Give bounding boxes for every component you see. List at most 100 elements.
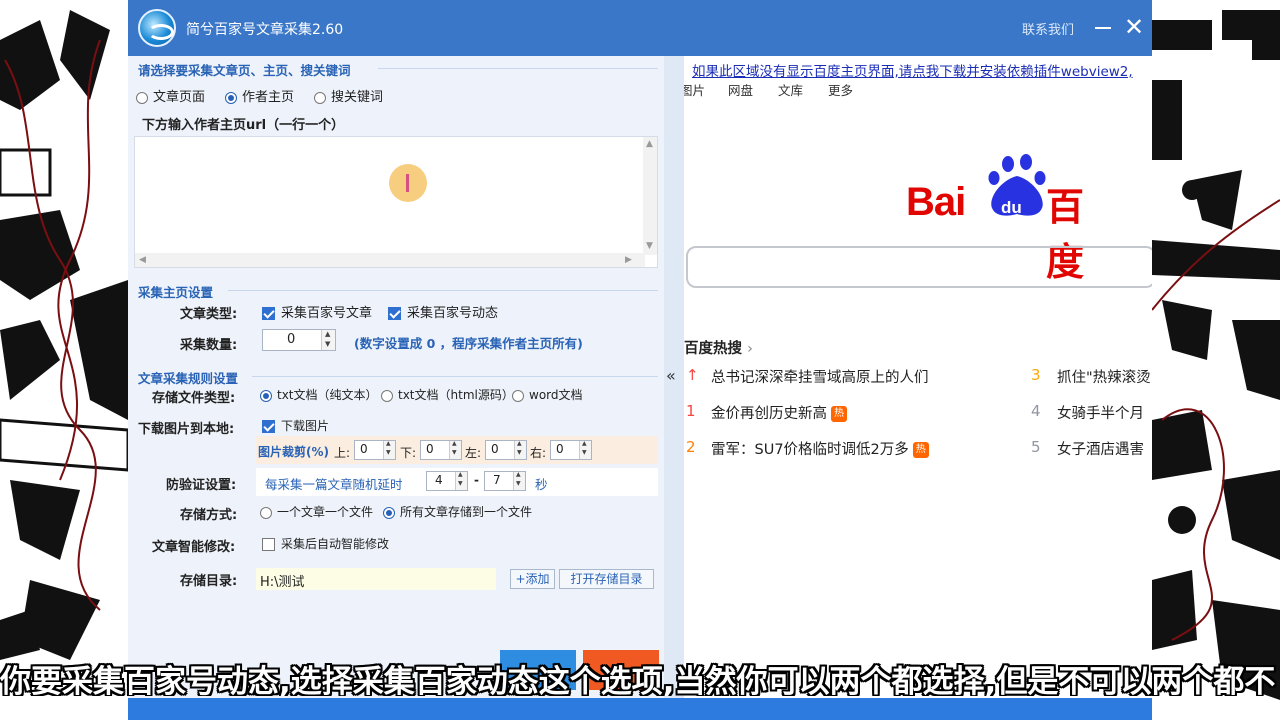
- hot-item-text: 雷军：SU7价格临时调低2万多: [711, 442, 909, 458]
- checkbox-icon: [262, 538, 275, 551]
- close-button[interactable]: ✕: [1123, 14, 1145, 40]
- add-dir-button[interactable]: +添加: [510, 569, 555, 589]
- stepper-arrows-icon[interactable]: [383, 440, 395, 459]
- mode-option-author-home[interactable]: 作者主页: [225, 86, 294, 105]
- stepper-arrows-icon[interactable]: [513, 471, 525, 490]
- nav-images[interactable]: 图片: [684, 80, 705, 99]
- open-dir-button[interactable]: 打开存储目录: [559, 569, 654, 589]
- delay-max-stepper[interactable]: 7: [484, 471, 526, 491]
- baidu-logo-latin: Bai: [906, 180, 966, 224]
- title-bar: 简兮百家号文章采集2.60 联系我们 ✕: [128, 0, 1152, 56]
- scroll-down-icon[interactable]: ▼: [646, 241, 653, 251]
- smart-edit-checkbox[interactable]: 采集后自动智能修改: [262, 535, 389, 552]
- radio-icon: [314, 91, 326, 104]
- stepper-arrows-icon[interactable]: [455, 471, 467, 490]
- checkbox-baijiahao-article[interactable]: 采集百家号文章: [262, 302, 372, 321]
- scroll-left-icon[interactable]: ◀: [139, 255, 146, 265]
- delay-min-stepper[interactable]: 4: [426, 471, 468, 491]
- checkbox-baijiahao-dynamic[interactable]: 采集百家号动态: [388, 302, 498, 321]
- baidu-search-input[interactable]: [686, 246, 1152, 288]
- collapse-icon[interactable]: «: [666, 366, 676, 385]
- author-url-input[interactable]: ▲ ▼ ◀ ▶: [134, 136, 658, 268]
- baidu-logo-du: du: [1001, 198, 1022, 217]
- text-cursor-icon: [389, 164, 427, 202]
- app-title: 简兮百家号文章采集2.60: [186, 22, 344, 38]
- file-type-word[interactable]: word文档: [512, 386, 583, 403]
- crop-left-value: 0: [491, 442, 499, 456]
- hot-item[interactable]: 总书记深深牵挂雪域高原上的人们: [711, 366, 929, 387]
- count-stepper[interactable]: 0: [262, 329, 336, 351]
- mode-option-article-page[interactable]: 文章页面: [136, 86, 205, 105]
- storage-one-per-file[interactable]: 一个文章一个文件: [260, 503, 373, 520]
- crop-label: 图片裁剪(%): [258, 445, 329, 459]
- hot-item[interactable]: 雷军：SU7价格临时调低2万多热: [711, 438, 929, 459]
- crop-left-stepper[interactable]: 0: [485, 440, 527, 460]
- app-logo-icon: [138, 9, 176, 47]
- crop-top-value: 0: [360, 442, 368, 456]
- hot-rank: 4: [1031, 402, 1041, 420]
- crop-bottom-stepper[interactable]: 0: [420, 440, 462, 460]
- radio-icon: [512, 389, 524, 402]
- article-type-label: 文章类型:: [180, 307, 238, 322]
- file-type-option-label: txt文档（纯文本）: [277, 388, 378, 402]
- hot-rank: 2: [686, 438, 696, 456]
- chevron-right-icon: ›: [747, 341, 753, 357]
- file-type-txt-html[interactable]: txt文档（html源码）: [381, 386, 514, 403]
- storage-option-label: 所有文章存储到一个文件: [400, 505, 533, 519]
- rules-section-title: 文章采集规则设置: [138, 371, 239, 386]
- crop-bottom-value: 0: [426, 442, 434, 456]
- minimize-button[interactable]: [1093, 14, 1113, 40]
- hot-item[interactable]: 抓住"热辣滚烫: [1057, 366, 1151, 387]
- stepper-arrows-icon[interactable]: [514, 440, 526, 459]
- count-hint: (数字设置成 0 ，程序采集作者主页所有): [354, 336, 583, 351]
- nav-netdisk[interactable]: 网盘: [728, 80, 753, 99]
- checkbox-label: 下载图片: [281, 419, 330, 433]
- hot-item[interactable]: 女骑手半个月: [1057, 402, 1144, 423]
- storage-mode-label: 存储方式:: [180, 508, 238, 523]
- hot-item-text: 金价再创历史新高: [711, 406, 827, 422]
- crop-right-stepper[interactable]: 0: [550, 440, 592, 460]
- nav-more[interactable]: 更多: [828, 80, 853, 99]
- checkbox-checked-icon: [262, 420, 275, 433]
- storage-option-label: 一个文章一个文件: [277, 505, 374, 519]
- stepper-arrows-icon[interactable]: [579, 440, 591, 459]
- plugin-download-link[interactable]: 如果此区域没有显示百度主页界面,请点我下载并安装依赖插件webview2,: [692, 60, 1133, 80]
- storage-all-in-one[interactable]: 所有文章存储到一个文件: [383, 503, 532, 520]
- download-images-label: 下载图片到本地:: [138, 422, 235, 437]
- hot-search-title-text: 百度热搜: [684, 341, 742, 357]
- hot-badge-icon: 热: [912, 442, 929, 458]
- file-type-option-label: word文档: [529, 388, 583, 402]
- settings-panel: 请选择要采集文章页、主页、搜关键词 文章页面 作者主页 搜关键词 下方输入作者主…: [128, 56, 664, 720]
- checkbox-checked-icon: [388, 307, 401, 320]
- mode-option-label: 搜关键词: [331, 90, 384, 105]
- radio-selected-icon: [260, 389, 272, 402]
- hot-item[interactable]: 金价再创历史新高热: [711, 402, 847, 423]
- vertical-scrollbar[interactable]: ▲ ▼: [643, 137, 657, 255]
- homepage-settings-title: 采集主页设置: [138, 285, 214, 300]
- panel-splitter[interactable]: «: [664, 56, 684, 720]
- crop-right-label: 右:: [530, 446, 547, 460]
- crop-top-stepper[interactable]: 0: [354, 440, 396, 460]
- mode-option-label: 文章页面: [153, 90, 206, 105]
- scroll-right-icon[interactable]: ▶: [625, 255, 632, 265]
- file-type-label: 存储文件类型:: [152, 391, 236, 406]
- scroll-up-icon[interactable]: ▲: [646, 139, 653, 149]
- storage-dir-input[interactable]: H:\测试: [256, 568, 496, 590]
- mode-option-keyword[interactable]: 搜关键词: [314, 86, 383, 105]
- nav-wenku[interactable]: 文库: [778, 80, 803, 99]
- file-type-txt-plain[interactable]: txt文档（纯文本）: [260, 386, 378, 403]
- delay-max-value: 7: [493, 473, 501, 487]
- crop-left-label: 左:: [465, 446, 482, 460]
- download-images-checkbox[interactable]: 下载图片: [262, 417, 329, 434]
- horizontal-scrollbar[interactable]: ◀ ▶: [135, 253, 645, 267]
- stepper-arrows-icon[interactable]: [449, 440, 461, 459]
- storage-dir-label: 存储目录:: [180, 574, 238, 589]
- divider: [378, 68, 658, 69]
- hot-search-title[interactable]: 百度热搜 ›: [684, 337, 753, 358]
- contact-us-link[interactable]: 联系我们: [1022, 19, 1074, 38]
- hot-item[interactable]: 女子酒店遇害: [1057, 438, 1144, 459]
- crop-right-value: 0: [556, 442, 564, 456]
- stepper-arrows-icon[interactable]: [321, 330, 335, 350]
- radio-icon: [260, 506, 272, 519]
- decorative-art-left: [0, 0, 128, 720]
